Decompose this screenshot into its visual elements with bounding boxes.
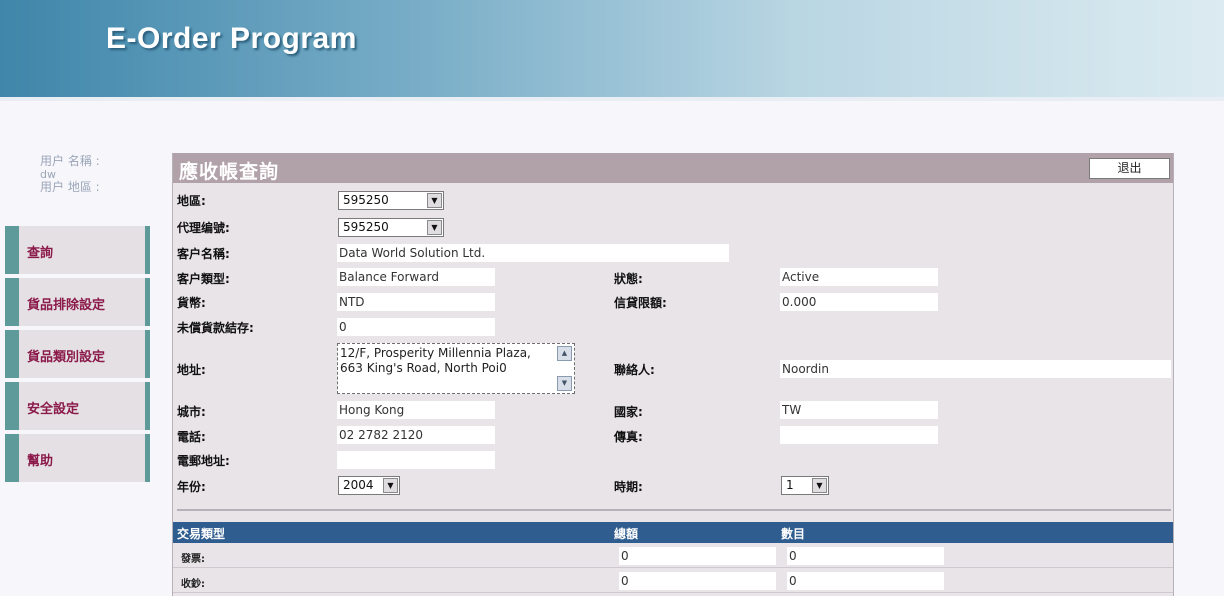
customer-type-field[interactable]: Balance Forward — [337, 268, 495, 286]
user-info: 用户 名稱 : dw 用户 地區 : — [40, 155, 150, 194]
section-divider — [177, 509, 1171, 511]
dropdown-arrow-icon[interactable]: ▼ — [812, 478, 827, 493]
scroll-down-icon[interactable]: ▼ — [557, 376, 572, 391]
agent-label: 代理编號: — [177, 221, 230, 235]
sidebar-item-security[interactable]: 安全設定 — [5, 382, 150, 430]
row-label: 發票: — [181, 554, 205, 565]
sidebar-item-label: 貨品類別設定 — [27, 350, 106, 365]
user-region-label: 用户 地區 : — [40, 180, 100, 194]
app-title: E-Order Program — [106, 22, 357, 55]
region-select-value: 595250 — [343, 193, 389, 207]
region-select[interactable]: 595250 ▼ — [338, 191, 444, 210]
sidebar-item-help[interactable]: 幫助 — [5, 434, 150, 482]
period-label: 時期: — [614, 480, 643, 494]
agent-select[interactable]: 595250 ▼ — [338, 218, 444, 237]
phone-field[interactable]: 02 2782 2120 — [337, 426, 495, 444]
currency-field[interactable]: NTD — [337, 293, 495, 311]
country-field[interactable]: TW — [780, 401, 938, 419]
period-select-value: 1 — [786, 478, 794, 492]
header-divider — [0, 97, 1224, 101]
year-label: 年份: — [177, 480, 206, 494]
user-name-label: 用户 名稱 : — [40, 154, 100, 168]
agent-select-value: 595250 — [343, 220, 389, 234]
status-field[interactable]: Active — [780, 268, 938, 286]
credit-limit-label: 信貸限額: — [614, 296, 667, 310]
app-header: E-Order Program — [0, 0, 1224, 97]
table-row: 發票: 0 0 — [173, 544, 1173, 568]
header-total: 總額 — [614, 527, 639, 541]
fax-field[interactable] — [780, 426, 938, 444]
credit-limit-field[interactable]: 0.000 — [780, 293, 938, 311]
contact-field[interactable]: Noordin — [780, 360, 1171, 378]
table-row: 收鈔: 0 0 — [173, 569, 1173, 593]
scroll-up-icon[interactable]: ▲ — [557, 346, 572, 361]
customer-name-field[interactable]: Data World Solution Ltd. — [337, 244, 729, 262]
sidebar-item-product-category[interactable]: 貨品類別設定 — [5, 330, 150, 378]
sidebar-nav: 查詢 貨品排除設定 貨品類別設定 安全設定 幫助 — [5, 226, 150, 486]
fax-label: 傳真: — [614, 430, 643, 444]
sidebar-item-query[interactable]: 查詢 — [5, 226, 150, 274]
row-count-field[interactable]: 0 — [787, 547, 944, 565]
dropdown-arrow-icon[interactable]: ▼ — [383, 478, 398, 493]
sidebar-item-label: 查詢 — [27, 246, 54, 261]
address-label: 地址: — [177, 363, 206, 377]
city-field[interactable]: Hong Kong — [337, 401, 495, 419]
unpaid-balance-field[interactable]: 0 — [337, 318, 495, 336]
region-label: 地區: — [177, 194, 206, 208]
row-total-field[interactable]: 0 — [619, 572, 776, 590]
city-label: 城市: — [177, 405, 206, 419]
sidebar-item-label: 安全設定 — [27, 402, 80, 417]
sidebar-item-label: 貨品排除設定 — [27, 298, 106, 313]
currency-label: 貨幣: — [177, 296, 206, 310]
row-total-field[interactable]: 0 — [619, 547, 776, 565]
period-select[interactable]: 1 ▼ — [781, 476, 829, 495]
status-label: 狀態: — [614, 272, 643, 286]
row-label: 收鈔: — [181, 579, 205, 590]
sidebar-item-label: 幫助 — [27, 454, 54, 469]
email-field[interactable] — [337, 451, 495, 469]
year-select-value: 2004 — [343, 478, 374, 492]
address-textarea[interactable]: 12/F, Prosperity Millennia Plaza, 663 Ki… — [337, 343, 575, 394]
transaction-table-header: 交易類型 總額 數目 — [173, 522, 1173, 543]
ar-query-panel: 應收帳查詢 退出 地區: 595250 ▼ 代理编號: 595250 ▼ 客户名… — [172, 153, 1174, 596]
header-count: 數目 — [781, 527, 806, 541]
contact-label: 聯絡人: — [614, 363, 655, 377]
logout-button[interactable]: 退出 — [1089, 158, 1170, 179]
year-select[interactable]: 2004 ▼ — [338, 476, 400, 495]
dropdown-arrow-icon[interactable]: ▼ — [427, 220, 442, 235]
unpaid-balance-label: 未償貨款結存: — [177, 321, 254, 335]
customer-name-label: 客户名稱: — [177, 247, 230, 261]
panel-title-bar: 應收帳查詢 退出 — [173, 153, 1173, 183]
dropdown-arrow-icon[interactable]: ▼ — [427, 193, 442, 208]
email-label: 電郵地址: — [177, 454, 230, 468]
row-count-field[interactable]: 0 — [787, 572, 944, 590]
phone-label: 電話: — [177, 430, 206, 444]
address-value: 12/F, Prosperity Millennia Plaza, 663 Ki… — [340, 346, 531, 375]
customer-type-label: 客户類型: — [177, 272, 230, 286]
country-label: 國家: — [614, 405, 643, 419]
header-transaction-type: 交易類型 — [177, 527, 226, 541]
sidebar-item-product-exclusion[interactable]: 貨品排除設定 — [5, 278, 150, 326]
panel-title: 應收帳查詢 — [179, 161, 280, 183]
